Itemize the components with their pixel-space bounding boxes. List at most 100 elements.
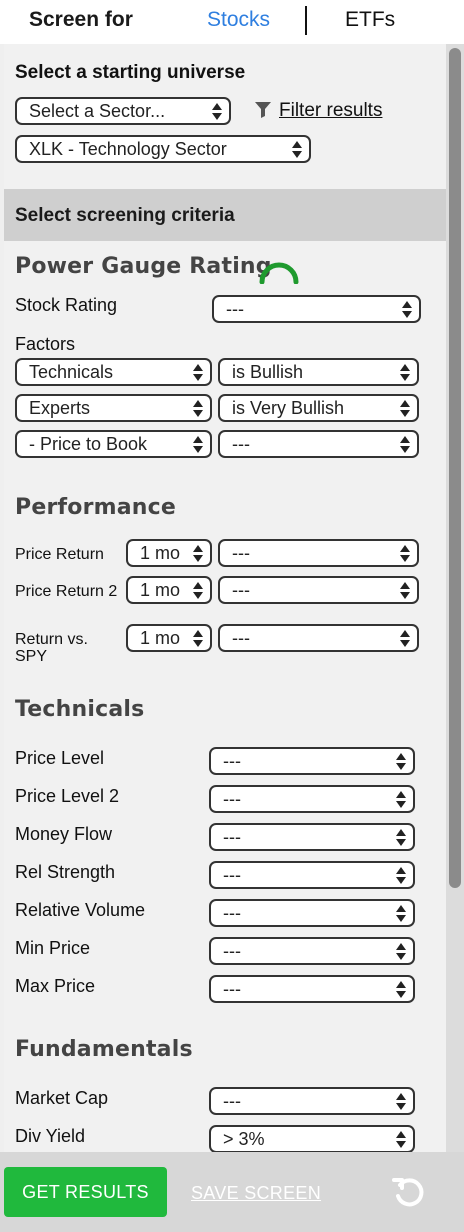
select-arrows-icon bbox=[396, 753, 406, 771]
tab-etfs[interactable]: ETFs bbox=[345, 8, 395, 32]
relative-volume-select[interactable]: --- bbox=[209, 899, 415, 927]
min-price-value: --- bbox=[223, 941, 241, 961]
money-flow-select[interactable]: --- bbox=[209, 823, 415, 851]
rel-strength-value: --- bbox=[223, 865, 241, 885]
select-arrows-icon bbox=[400, 400, 410, 418]
factor-select-3[interactable]: - Price to Book bbox=[15, 430, 212, 458]
select-arrows-icon bbox=[396, 867, 406, 885]
max-price-label: Max Price bbox=[15, 976, 96, 996]
criteria-section-header: Select screening criteria bbox=[4, 189, 446, 241]
rel-strength-label: Rel Strength bbox=[15, 862, 116, 882]
universe-title: Select a starting universe bbox=[15, 62, 246, 83]
price-level-label: Price Level bbox=[15, 748, 105, 768]
price-return-2-period-select[interactable]: 1 mo bbox=[126, 576, 212, 604]
etf-universe-value: XLK - Technology Sector bbox=[29, 139, 227, 159]
screen-for-label: Screen for bbox=[29, 8, 133, 31]
etf-universe-select[interactable]: XLK - Technology Sector bbox=[15, 135, 311, 163]
market-cap-value: --- bbox=[223, 1091, 241, 1111]
factor-condition-select-2[interactable]: is Very Bullish bbox=[218, 394, 419, 422]
stock-rating-label: Stock Rating bbox=[15, 295, 118, 315]
price-level-select[interactable]: --- bbox=[209, 747, 415, 775]
price-return-2-label: Price Return 2 bbox=[15, 583, 118, 600]
tab-divider bbox=[305, 6, 307, 35]
reset-icon[interactable] bbox=[390, 1174, 426, 1210]
factor-condition-value: is Very Bullish bbox=[232, 398, 345, 418]
select-arrows-icon bbox=[396, 905, 406, 923]
stock-rating-value: --- bbox=[226, 299, 244, 319]
relative-volume-label: Relative Volume bbox=[15, 900, 146, 920]
factors-label: Factors bbox=[15, 334, 76, 354]
scrollbar-thumb[interactable] bbox=[449, 48, 461, 888]
max-price-value: --- bbox=[223, 979, 241, 999]
factor-condition-value: is Bullish bbox=[232, 362, 304, 382]
select-arrows-icon bbox=[212, 103, 222, 121]
market-cap-select[interactable]: --- bbox=[209, 1087, 415, 1115]
price-return-period-select[interactable]: 1 mo bbox=[126, 539, 212, 567]
select-arrows-icon bbox=[400, 630, 410, 648]
rel-strength-select[interactable]: --- bbox=[209, 861, 415, 889]
select-arrows-icon bbox=[193, 436, 203, 454]
market-cap-label: Market Cap bbox=[15, 1088, 109, 1108]
money-flow-value: --- bbox=[223, 827, 241, 847]
price-return-value-select[interactable]: --- bbox=[218, 539, 419, 567]
select-arrows-icon bbox=[193, 364, 203, 382]
factor-value: - Price to Book bbox=[29, 434, 148, 454]
price-level-2-value: --- bbox=[223, 789, 241, 809]
price-return-period: 1 mo bbox=[140, 543, 181, 563]
price-level-value: --- bbox=[223, 751, 241, 771]
filter-results-link[interactable]: Filter results bbox=[279, 100, 382, 122]
factor-condition-value: --- bbox=[232, 434, 250, 454]
fundamentals-title: Fundamentals bbox=[15, 1037, 193, 1062]
relative-volume-value: --- bbox=[223, 903, 241, 923]
sector-select[interactable]: Select a Sector... bbox=[15, 97, 231, 125]
select-arrows-icon bbox=[396, 1131, 406, 1149]
return-vs-spy-period: 1 mo bbox=[140, 628, 181, 648]
action-bar: GET RESULTS SAVE SCREEN bbox=[0, 1152, 464, 1232]
price-return-2-value-select[interactable]: --- bbox=[218, 576, 419, 604]
money-flow-label: Money Flow bbox=[15, 824, 113, 844]
select-arrows-icon bbox=[193, 582, 203, 600]
select-arrows-icon bbox=[193, 400, 203, 418]
filter-icon[interactable] bbox=[255, 102, 271, 118]
price-return-value: --- bbox=[232, 543, 250, 563]
return-vs-spy-label: Return vs. SPY bbox=[15, 631, 88, 665]
return-vs-spy-period-select[interactable]: 1 mo bbox=[126, 624, 212, 652]
factor-condition-select-3[interactable]: --- bbox=[218, 430, 419, 458]
min-price-label: Min Price bbox=[15, 938, 91, 958]
price-return-2-period: 1 mo bbox=[140, 580, 181, 600]
tab-stocks[interactable]: Stocks bbox=[207, 8, 270, 32]
factor-select-1[interactable]: Technicals bbox=[15, 358, 212, 386]
select-arrows-icon bbox=[396, 791, 406, 809]
factor-select-2[interactable]: Experts bbox=[15, 394, 212, 422]
select-arrows-icon bbox=[193, 545, 203, 563]
div-yield-label: Div Yield bbox=[15, 1126, 86, 1146]
price-return-2-value: --- bbox=[232, 580, 250, 600]
max-price-select[interactable]: --- bbox=[209, 975, 415, 1003]
div-yield-value: > 3% bbox=[223, 1129, 265, 1149]
power-gauge-icon bbox=[258, 260, 300, 285]
get-results-button[interactable]: GET RESULTS bbox=[4, 1167, 167, 1217]
sector-select-value: Select a Sector... bbox=[29, 101, 166, 121]
select-arrows-icon bbox=[400, 582, 410, 600]
select-arrows-icon bbox=[396, 943, 406, 961]
factor-value: Technicals bbox=[29, 362, 114, 382]
return-vs-spy-value-select[interactable]: --- bbox=[218, 624, 419, 652]
select-arrows-icon bbox=[193, 630, 203, 648]
select-arrows-icon bbox=[292, 141, 302, 159]
price-return-label: Price Return bbox=[15, 546, 104, 563]
stock-rating-select[interactable]: --- bbox=[212, 295, 421, 323]
select-arrows-icon bbox=[400, 364, 410, 382]
return-vs-spy-value: --- bbox=[232, 628, 250, 648]
save-screen-link[interactable]: SAVE SCREEN bbox=[191, 1183, 321, 1204]
criteria-title: Select screening criteria bbox=[15, 205, 235, 226]
screener-panel: Select a starting universe Select a Sect… bbox=[0, 44, 464, 1152]
select-arrows-icon bbox=[396, 829, 406, 847]
select-arrows-icon bbox=[400, 545, 410, 563]
min-price-select[interactable]: --- bbox=[209, 937, 415, 965]
performance-title: Performance bbox=[15, 495, 177, 520]
factor-condition-select-1[interactable]: is Bullish bbox=[218, 358, 419, 386]
technicals-title: Technicals bbox=[15, 697, 145, 722]
price-level-2-select[interactable]: --- bbox=[209, 785, 415, 813]
div-yield-select[interactable]: > 3% bbox=[209, 1125, 415, 1152]
select-arrows-icon bbox=[396, 981, 406, 999]
